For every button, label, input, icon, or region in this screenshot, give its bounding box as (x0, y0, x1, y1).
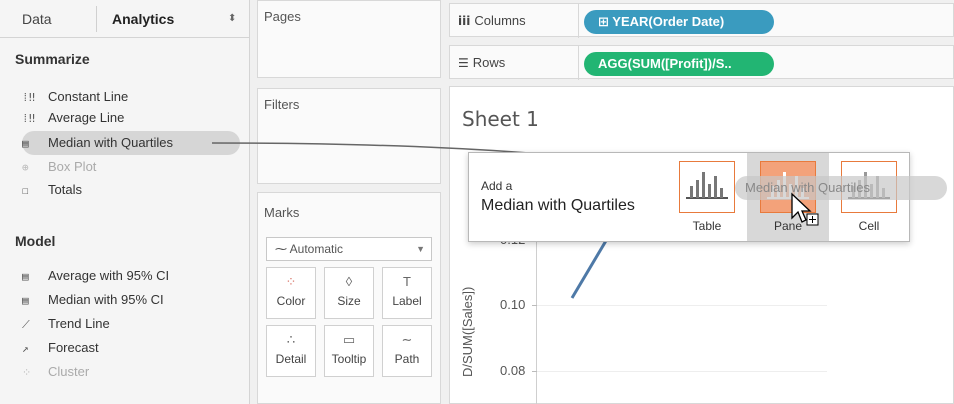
mark-type-value: Automatic (289, 242, 344, 256)
profit-ratio-line[interactable] (570, 233, 612, 299)
line-chart (570, 233, 612, 299)
columns-icon: iii (458, 14, 471, 28)
rows-label-text: Rows (472, 55, 506, 70)
analytics-item-constant-line[interactable]: ⁞‼ Constant Line (22, 87, 128, 107)
cluster-icon: ⁘ (22, 366, 32, 379)
analytics-item-forecast[interactable]: ↗ Forecast (22, 338, 99, 358)
tab-data[interactable]: Data (22, 0, 52, 38)
color-icon: ⁘ (285, 274, 297, 289)
pages-card-title: Pages (264, 9, 301, 24)
analytics-item-label: Box Plot (48, 159, 97, 174)
chevron-down-icon: ▼ (416, 244, 425, 254)
automatic-mark-icon: ⁓ (275, 242, 290, 256)
drag-ghost-pill: Median with Quartiles (735, 176, 947, 200)
rows-pill[interactable]: AGG(SUM([Profit])/S.. (584, 52, 774, 76)
analytics-pane: Data Analytics ⬍ Summarize ⁞‼ Constant Li… (0, 0, 250, 404)
box-plot-icon: ⊕ (22, 161, 29, 174)
distribution-icon: ▤ (22, 294, 29, 307)
tab-menu-icon[interactable]: ⬍ (228, 0, 236, 38)
mark-button-label: Tooltip (331, 352, 367, 366)
detail-icon: ∴ (286, 332, 296, 347)
tab-analytics[interactable]: Analytics (112, 0, 174, 38)
tooltip-icon: ▭ (342, 332, 356, 347)
distribution-icon: ▤ (22, 270, 29, 283)
reference-line-icon: ⁞‼ (22, 112, 36, 125)
analytics-item-label: Average Line (48, 110, 125, 125)
analytics-item-median-with-quartiles[interactable]: ▤ Median with Quartiles (22, 133, 173, 153)
mark-button-label: Path (394, 352, 420, 366)
analytics-item-average-line[interactable]: ⁞‼ Average Line (22, 108, 124, 128)
target-label: Table (692, 219, 722, 233)
mark-button-label: Detail (275, 352, 307, 366)
analytics-item-trend-line[interactable]: ⟋ Trend Line (22, 314, 110, 334)
totals-icon: ☐ (22, 184, 29, 197)
size-button[interactable]: ◊ Size (324, 267, 374, 319)
label-icon: T (403, 274, 411, 289)
mark-button-label: Size (337, 294, 361, 308)
mark-button-label: Label (392, 294, 422, 308)
detail-button[interactable]: ∴ Detail (266, 325, 316, 377)
rows-shelf-label: ☰ Rows (458, 46, 505, 80)
analytics-item-label: Median with Quartiles (48, 135, 173, 150)
size-icon: ◊ (345, 274, 353, 289)
analytics-item-label: Forecast (48, 340, 99, 355)
analytics-item-median-95ci[interactable]: ▤ Median with 95% CI (22, 290, 164, 310)
analytics-item-label: Totals (48, 182, 82, 197)
tooltip-button[interactable]: ▭ Tooltip (324, 325, 374, 377)
analytics-item-label: Median with 95% CI (48, 292, 164, 307)
analytics-item-totals[interactable]: ☐ Totals (22, 180, 82, 200)
drag-cursor-icon (791, 192, 819, 226)
marks-card: Marks ⁓ Automatic ▼ ⁘ Color ◊ Size T Lab… (257, 192, 441, 404)
model-heading: Model (15, 233, 56, 249)
columns-shelf-label: iii Columns (458, 4, 526, 38)
label-button[interactable]: T Label (382, 267, 432, 319)
sheet-view[interactable]: Sheet 1 0.12 0.10 0.08 D/SUM([Sales]) (449, 86, 954, 404)
trend-line-icon: ⟋ (22, 318, 30, 331)
forecast-icon: ↗ (22, 342, 29, 355)
columns-pill[interactable]: ⊞ YEAR(Order Date) (584, 10, 774, 34)
summarize-heading: Summarize (15, 51, 90, 67)
analytics-item-label: Average with 95% CI (48, 268, 170, 283)
popup-item-name: Median with Quartiles (481, 197, 635, 214)
analytics-item-average-95ci[interactable]: ▤ Average with 95% CI (22, 266, 169, 286)
rows-icon: ☰ (458, 56, 469, 70)
mark-button-label: Color (276, 294, 306, 308)
analytics-item-label: Cluster (48, 364, 90, 379)
analytics-item-label: Constant Line (48, 89, 129, 104)
path-icon: ∼ (401, 332, 413, 347)
columns-label-text: Columns (474, 13, 526, 28)
rows-shelf[interactable]: ☰ Rows AGG(SUM([Profit])/S.. (449, 45, 954, 80)
pane-tabs: Data Analytics ⬍ (0, 0, 250, 38)
tab-divider (96, 6, 97, 32)
filters-card-title: Filters (264, 97, 300, 112)
target-label: Cell (858, 219, 880, 233)
reference-line-icon: ⁞‼ (22, 91, 36, 104)
analytics-item-cluster[interactable]: ⁘ Cluster (22, 362, 89, 382)
path-button[interactable]: ∼ Path (382, 325, 432, 377)
shelf-divider (578, 4, 579, 38)
analytics-item-label: Trend Line (48, 316, 110, 331)
columns-shelf[interactable]: iii Columns ⊞ YEAR(Order Date) (449, 3, 954, 38)
filters-card[interactable]: Filters (257, 88, 441, 184)
color-button[interactable]: ⁘ Color (266, 267, 316, 319)
pages-card[interactable]: Pages (257, 0, 441, 78)
mark-type-dropdown[interactable]: ⁓ Automatic ▼ (266, 237, 432, 261)
marks-card-title: Marks (264, 205, 300, 220)
analytics-item-box-plot[interactable]: ⊕ Box Plot (22, 157, 96, 177)
popup-prefix: Add a (481, 179, 513, 193)
drop-target-table[interactable]: Table (679, 161, 735, 237)
table-scope-icon (679, 161, 735, 213)
shelf-divider (578, 46, 579, 80)
distribution-icon: ▤ (22, 137, 29, 150)
